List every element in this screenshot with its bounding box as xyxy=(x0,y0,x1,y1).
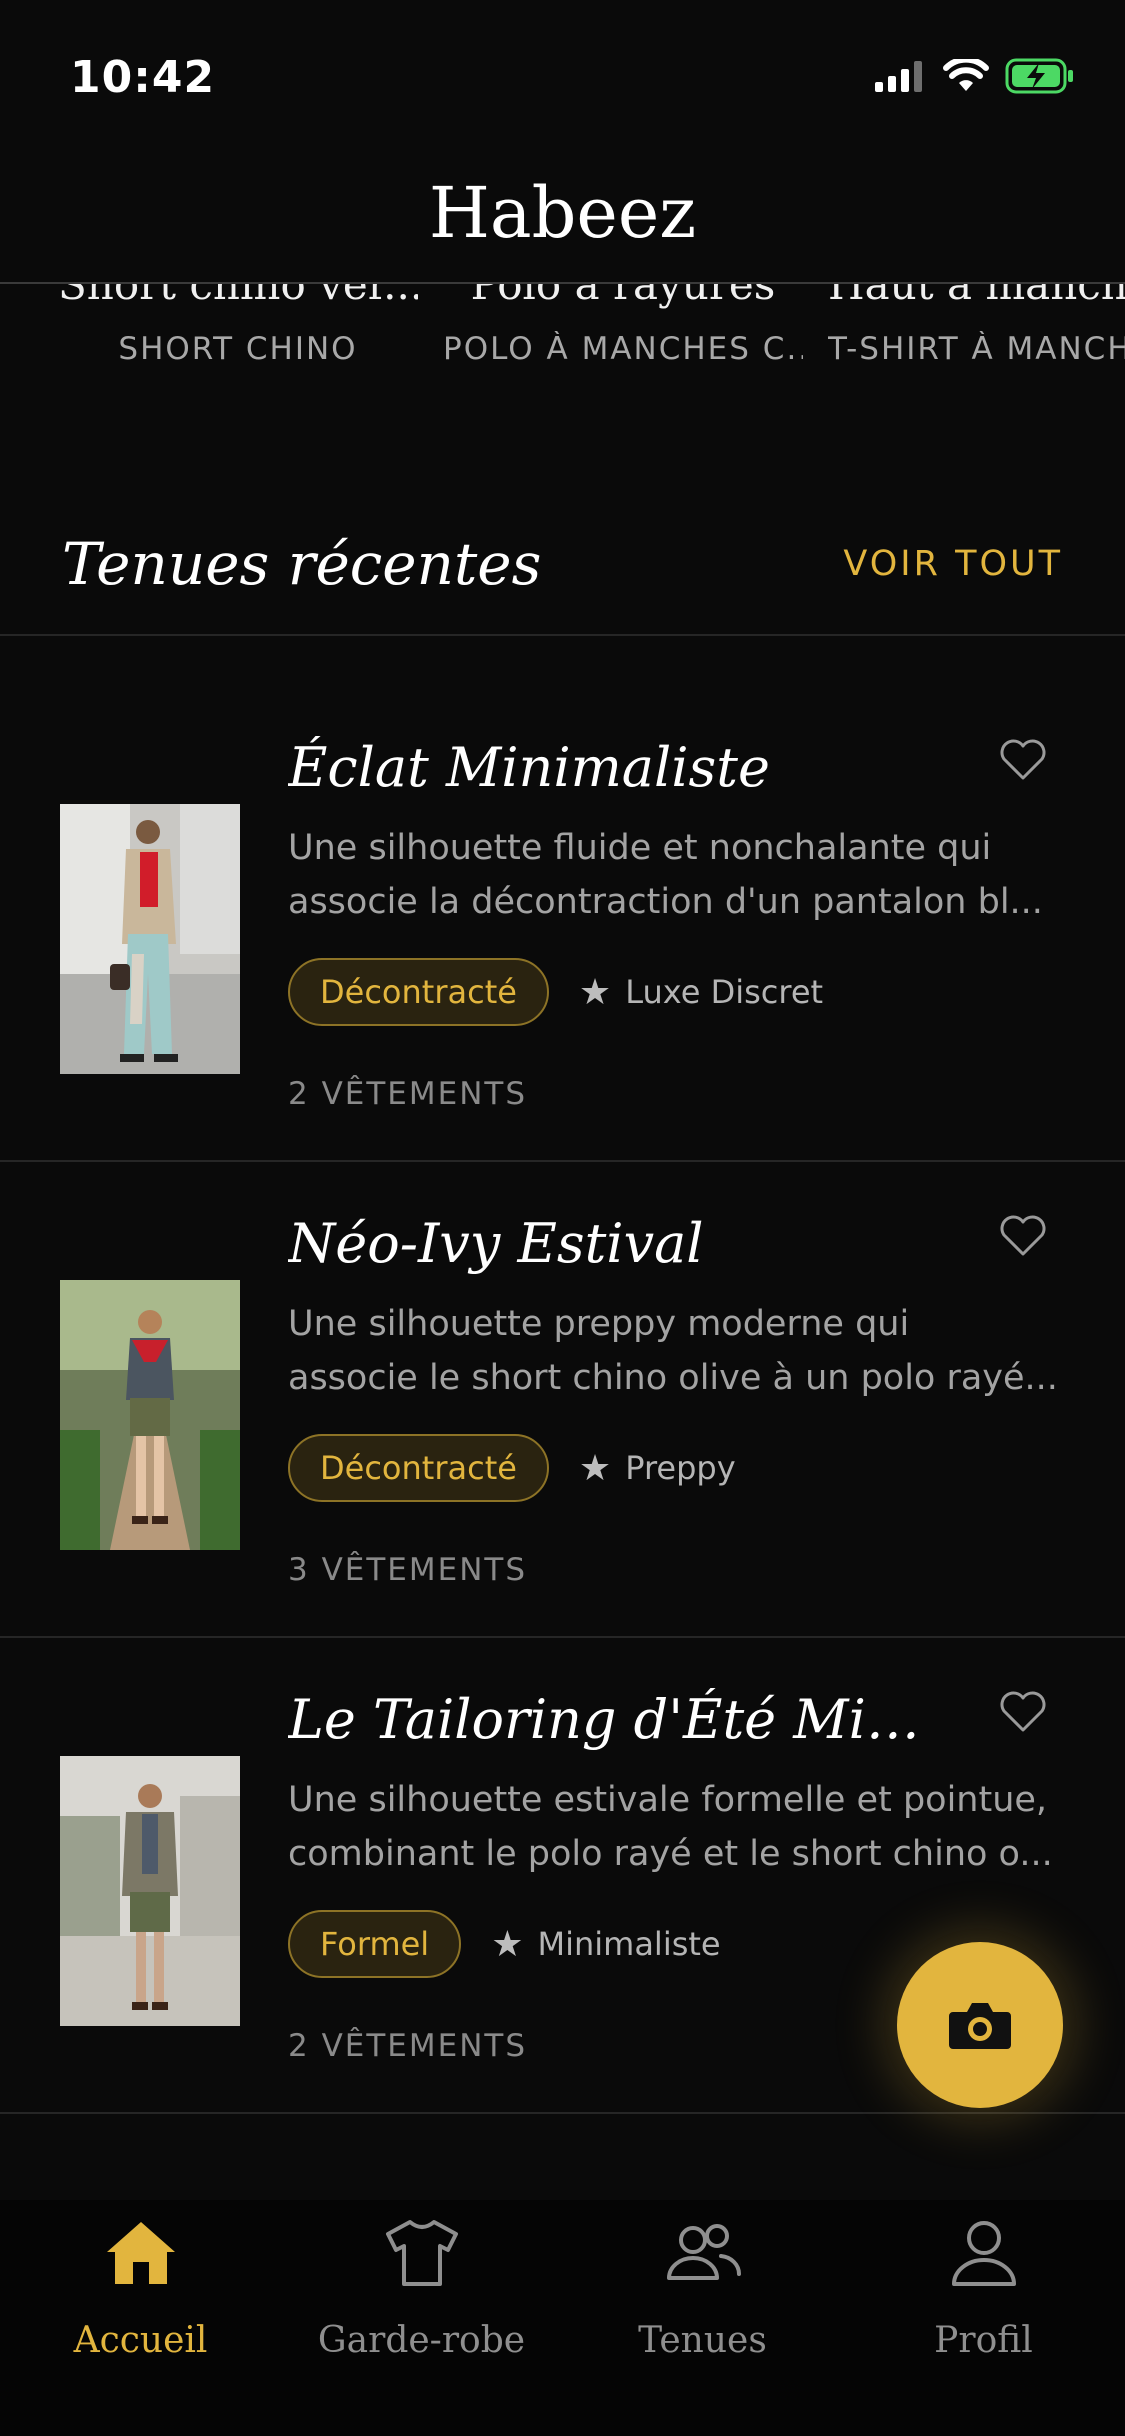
description-line: combinant le polo rayé et le short chino… xyxy=(288,1834,1053,1874)
outfit-card[interactable]: Éclat Minimaliste Une silhouette fluide … xyxy=(0,686,1125,1162)
style-label: Luxe Discret xyxy=(625,973,824,1011)
app-header: Habeez xyxy=(0,160,1125,284)
bottom-tab-bar: Accueil Garde-robe Tenues Profil xyxy=(0,2200,1125,2436)
garment-count: 3 VÊTEMENTS xyxy=(288,1552,528,1588)
style-label: Preppy xyxy=(625,1449,736,1487)
see-all-link[interactable]: VOIR TOUT xyxy=(843,544,1063,584)
occasion-badge: Décontracté xyxy=(288,1434,549,1502)
garment-type: POLO À MANCHES C... xyxy=(443,331,803,367)
style-tag: ★ Luxe Discret xyxy=(579,972,823,1013)
section-title: Tenues récentes xyxy=(62,530,542,598)
tab-label: Profil xyxy=(934,2320,1033,2361)
outfit-title: Néo-Ivy Estival xyxy=(288,1212,704,1275)
description-line: Une silhouette estivale formelle et poin… xyxy=(288,1780,1048,1820)
person-icon xyxy=(951,2221,1016,2286)
description-line: associe le short chino olive à un polo r… xyxy=(288,1358,1058,1398)
description-line: associe la décontraction d'un pantalon b… xyxy=(288,882,1043,922)
occasion-badge: Décontracté xyxy=(288,958,549,1026)
tab-home[interactable]: Accueil xyxy=(0,2200,281,2436)
outfit-description: Une silhouette fluide et nonchalante qui… xyxy=(288,821,1068,929)
favorite-heart-icon[interactable] xyxy=(998,1690,1048,1734)
star-icon: ★ xyxy=(491,1923,524,1965)
outfit-description: Une silhouette preppy moderne qui associ… xyxy=(288,1297,1068,1405)
style-label: Minimaliste xyxy=(537,1925,721,1963)
wifi-icon xyxy=(943,59,989,91)
tab-outfits[interactable]: Tenues xyxy=(562,2200,843,2436)
status-time: 10:42 xyxy=(70,52,216,103)
garment-type: T-SHIRT À MANCH xyxy=(828,331,1125,367)
tab-label: Accueil xyxy=(73,2320,208,2361)
tab-label: Tenues xyxy=(638,2320,767,2361)
outfit-tags: Formel ★ Minimaliste xyxy=(288,1910,721,1978)
outfit-photo xyxy=(60,1756,240,2026)
outfit-tags: Décontracté ★ Preppy xyxy=(288,1434,736,1502)
tab-wardrobe[interactable]: Garde-robe xyxy=(281,2200,562,2436)
style-tag: ★ Minimaliste xyxy=(491,1924,720,1965)
camera-icon xyxy=(949,2003,1011,2049)
outfit-title: Le Tailoring d'Été Minimal... xyxy=(288,1688,948,1751)
garment-count: 2 VÊTEMENTS xyxy=(288,1076,528,1112)
signal-icon xyxy=(875,61,922,92)
outfit-photo xyxy=(60,1280,240,1550)
occasion-badge: Formel xyxy=(288,1910,462,1978)
recent-outfits-header: Tenues récentes VOIR TOUT xyxy=(0,520,1125,636)
outfit-photo xyxy=(60,804,240,1074)
description-line: Une silhouette preppy moderne qui xyxy=(288,1304,910,1344)
description-line: Une silhouette fluide et nonchalante qui xyxy=(288,828,992,868)
home-icon xyxy=(106,2222,175,2284)
people-icon xyxy=(666,2224,741,2280)
favorite-heart-icon[interactable] xyxy=(998,738,1048,782)
star-icon: ★ xyxy=(578,971,612,1013)
status-bar: 10:42 xyxy=(0,0,1125,160)
star-icon: ★ xyxy=(578,1447,612,1489)
app-title: Habeez xyxy=(428,172,697,254)
battery-charging-icon xyxy=(1005,58,1073,94)
garment-count: 2 VÊTEMENTS xyxy=(288,2028,528,2064)
style-tag: ★ Preppy xyxy=(579,1448,736,1489)
outfit-title: Éclat Minimaliste xyxy=(288,736,770,799)
tab-profile[interactable]: Profil xyxy=(843,2200,1124,2436)
tab-label: Garde-robe xyxy=(317,2320,526,2361)
status-icons xyxy=(875,58,1075,94)
tshirt-icon xyxy=(385,2220,458,2286)
outfit-tags: Décontracté ★ Luxe Discret xyxy=(288,958,823,1026)
favorite-heart-icon[interactable] xyxy=(998,1214,1048,1258)
garment-type: SHORT CHINO xyxy=(118,331,358,367)
outfit-description: Une silhouette estivale formelle et poin… xyxy=(288,1773,1068,1881)
outfit-card[interactable]: Néo-Ivy Estival Une silhouette preppy mo… xyxy=(0,1162,1125,1638)
camera-button[interactable] xyxy=(897,1942,1063,2108)
